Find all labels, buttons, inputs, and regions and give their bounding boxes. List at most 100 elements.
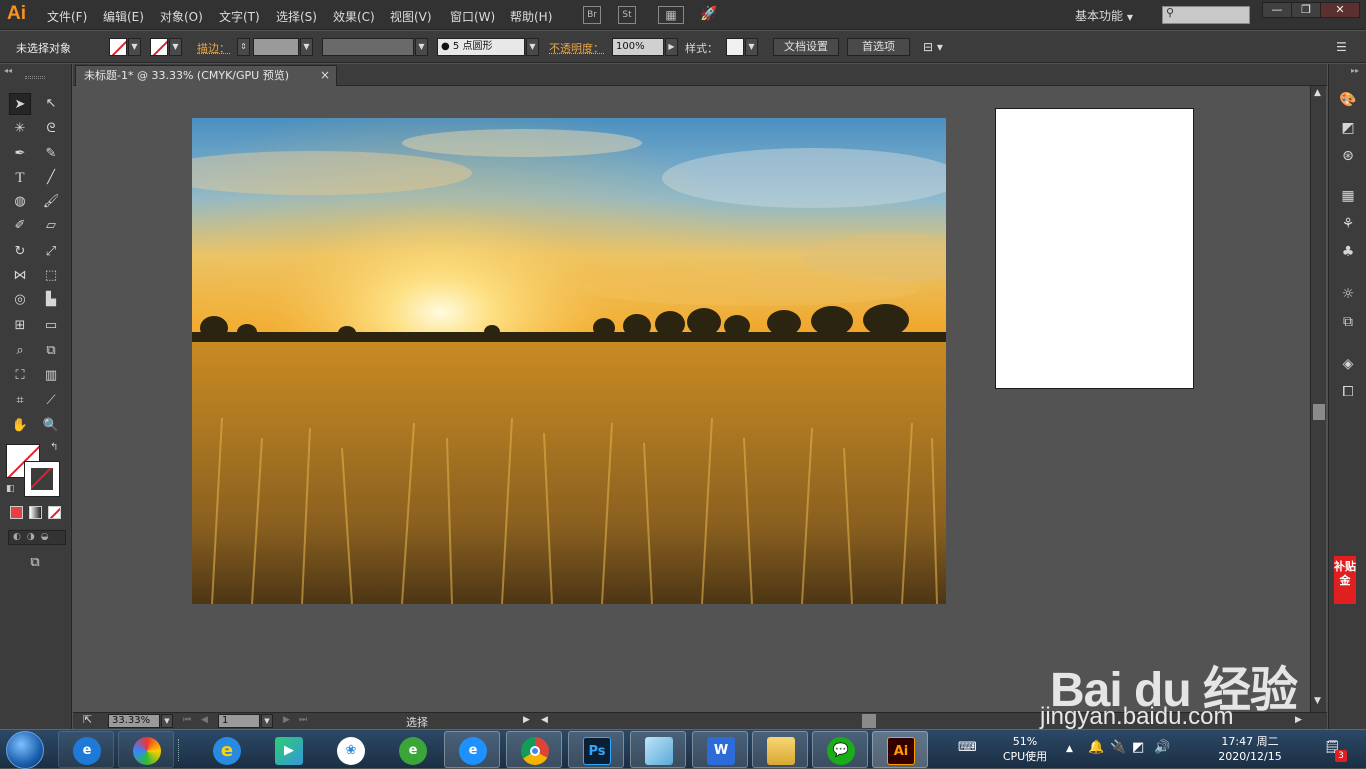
mesh-tool-icon[interactable]: ⊞ — [9, 315, 31, 337]
color-panel-icon[interactable]: 🎨 — [1338, 90, 1358, 110]
taskbar-ie-edge[interactable]: e — [444, 731, 500, 768]
fill-swatch[interactable] — [109, 38, 127, 56]
line-tool-icon[interactable]: ╱ — [40, 167, 62, 189]
stroke-label[interactable]: 描边： — [197, 40, 230, 56]
menu-file[interactable]: 文件(F) — [47, 8, 87, 25]
blob-brush-tool-icon[interactable]: ✐ — [9, 215, 31, 237]
drawing-modes[interactable]: ◐◑◒ — [8, 530, 66, 545]
screen-mode-icon[interactable]: ⧉ — [24, 552, 46, 574]
menu-view[interactable]: 视图(V) — [390, 8, 432, 25]
brush-definition[interactable]: ● 5 点圆形 — [437, 38, 525, 56]
stroke-panel-icon[interactable]: ☼ — [1338, 284, 1358, 304]
canvas-area[interactable] — [73, 86, 1310, 712]
expand-panels-icon[interactable]: ▸▸ — [1351, 66, 1359, 75]
swap-colors-icon[interactable]: ↰ — [50, 442, 58, 453]
blend-tool-icon[interactable]: ⧉ — [40, 340, 62, 362]
start-button[interactable] — [6, 731, 44, 769]
selection-tool-icon[interactable]: ➤ — [9, 93, 31, 115]
free-transform-tool-icon[interactable]: ⬚ — [40, 265, 62, 287]
eraser-tool-icon[interactable]: ▱ — [40, 215, 62, 237]
artboard-dropdown[interactable]: ▼ — [261, 714, 273, 728]
taskbar-baidu-netdisk[interactable]: ❀ — [322, 731, 378, 768]
default-colors-icon[interactable]: ◧ — [6, 484, 15, 494]
opacity-label[interactable]: 不透明度： — [549, 40, 604, 56]
gradient-tool-icon[interactable]: ▭ — [40, 315, 62, 337]
share-icon[interactable]: ⇱ — [83, 713, 92, 726]
scroll-up-icon[interactable]: ▲ — [1314, 88, 1321, 98]
workspace-switcher[interactable]: 基本功能 ▼ — [1075, 7, 1133, 24]
taskbar-media-player[interactable]: ▶ — [260, 731, 316, 768]
last-artboard-icon[interactable]: ⏭ — [299, 715, 307, 725]
bridge-button[interactable]: Br — [583, 6, 601, 24]
symbol-sprayer-tool-icon[interactable]: ⛶ — [9, 365, 31, 387]
transform-icon[interactable]: ⊟ ▾ — [923, 40, 943, 54]
zoom-dropdown[interactable]: ▼ — [161, 714, 173, 728]
prev-artboard-icon[interactable]: ◀ — [201, 715, 208, 725]
menu-edit[interactable]: 编辑(E) — [103, 8, 144, 25]
taskbar-photoshop[interactable]: Ps — [568, 731, 624, 768]
menu-type[interactable]: 文字(T) — [219, 8, 260, 25]
taskbar-chrome[interactable] — [506, 731, 562, 768]
horizontal-scroll-thumb[interactable] — [862, 714, 876, 728]
minimize-button[interactable]: — — [1262, 2, 1292, 18]
maximize-button[interactable]: ❐ — [1291, 2, 1321, 18]
brushes-panel-icon[interactable]: ⚘ — [1338, 214, 1358, 234]
zoom-field[interactable]: 33.33% — [108, 714, 160, 728]
panel-grip[interactable] — [25, 76, 45, 79]
zoom-tool-icon[interactable]: 🔍 — [40, 415, 62, 437]
menu-object[interactable]: 对象(O) — [160, 8, 203, 25]
fill-dropdown[interactable]: ▼ — [128, 38, 141, 56]
opacity-field[interactable]: 100% — [612, 38, 664, 56]
profile-dropdown[interactable]: ▼ — [415, 38, 428, 56]
none-mode-button[interactable] — [48, 506, 61, 519]
taskbar-wps[interactable]: W — [692, 731, 748, 768]
subsidy-badge[interactable]: 补贴金 — [1334, 556, 1356, 604]
paintbrush-tool-icon[interactable]: 🖌 — [40, 191, 62, 213]
taskbar-app-blue[interactable] — [630, 731, 686, 768]
taskbar-explorer[interactable] — [752, 731, 808, 768]
lasso-tool-icon[interactable]: ᘓ — [40, 118, 62, 140]
recolor-icon[interactable]: ⊛ — [1338, 146, 1358, 166]
stock-button[interactable]: St — [618, 6, 636, 24]
layers-panel-icon[interactable]: ◈ — [1338, 354, 1358, 374]
color-guide-icon[interactable]: ◩ — [1338, 118, 1358, 138]
volume-icon[interactable]: 🔊 — [1154, 740, 1170, 755]
taskbar-picasa[interactable] — [118, 731, 174, 768]
scale-tool-icon[interactable]: ⤢ — [40, 241, 62, 263]
arrange-documents-icon[interactable]: ▦ — [658, 6, 684, 24]
menu-help[interactable]: 帮助(H) — [510, 8, 552, 25]
stroke-swatch[interactable] — [150, 38, 168, 56]
variable-width-profile[interactable] — [322, 38, 414, 56]
hand-tool-icon[interactable]: ✋ — [9, 415, 31, 437]
menu-effect[interactable]: 效果(C) — [333, 8, 375, 25]
style-dropdown[interactable]: ▼ — [745, 38, 758, 56]
eyedropper-tool-icon[interactable]: ⌕ — [9, 340, 31, 362]
taskbar-ie[interactable]: e — [58, 731, 114, 768]
artboard[interactable] — [995, 108, 1194, 389]
network-icon[interactable]: ◩ — [1132, 740, 1144, 755]
taskbar-illustrator[interactable]: Ai — [872, 731, 928, 768]
symbols-panel-icon[interactable]: ♣ — [1338, 242, 1358, 262]
transform-panel-icon[interactable]: ⧉ — [1338, 312, 1358, 332]
keyboard-icon[interactable]: ⌨ — [958, 740, 977, 755]
column-graph-tool-icon[interactable]: ▥ — [40, 365, 62, 387]
status-menu-icon[interactable]: ▶ — [523, 715, 530, 725]
taskbar-wechat[interactable]: 💬 — [812, 731, 868, 768]
search-input[interactable]: ⚲ — [1162, 6, 1250, 24]
stroke-weight-dropdown[interactable]: ▼ — [300, 38, 313, 56]
swatches-panel-icon[interactable]: ▦ — [1338, 186, 1358, 206]
taskbar-360-browser[interactable]: e — [384, 731, 440, 768]
taskbar-ie-browser[interactable]: e — [198, 731, 254, 768]
direct-selection-tool-icon[interactable]: ↖ — [40, 93, 62, 115]
pen-tool-icon[interactable]: ✒ — [9, 143, 31, 165]
magic-wand-tool-icon[interactable]: ✳ — [9, 118, 31, 140]
menu-select[interactable]: 选择(S) — [276, 8, 317, 25]
shape-builder-tool-icon[interactable]: ◎ — [9, 289, 31, 311]
perspective-grid-tool-icon[interactable]: ▙ — [40, 289, 62, 311]
opacity-arrow[interactable]: ▶ — [665, 38, 678, 56]
vertical-scrollbar[interactable]: ▲ ▼ — [1310, 86, 1326, 712]
stroke-weight-stepper[interactable]: ⇕ — [237, 38, 250, 56]
width-tool-icon[interactable]: ⋈ — [9, 265, 31, 287]
curvature-tool-icon[interactable]: ✎ — [40, 143, 62, 165]
power-plug-icon[interactable]: 🔌 — [1110, 740, 1126, 755]
